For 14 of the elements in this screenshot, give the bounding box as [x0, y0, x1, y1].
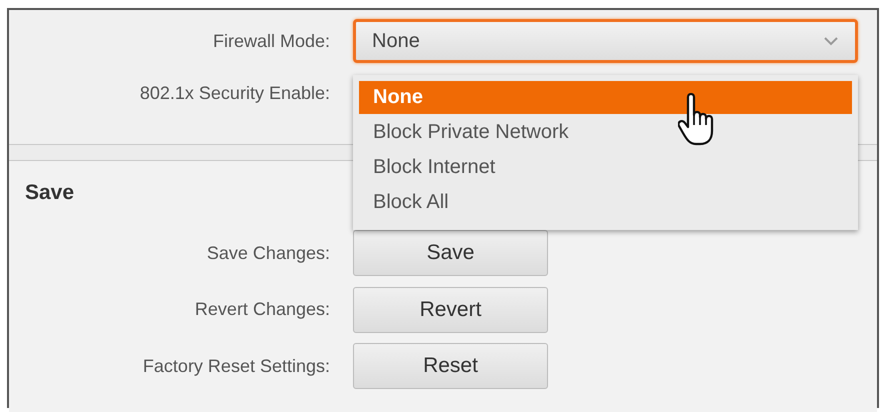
action-button[interactable]: Save: [353, 230, 548, 276]
select-field[interactable]: None: [353, 19, 858, 63]
section-title: Save: [25, 181, 74, 205]
dropdown-option[interactable]: Block All: [359, 185, 852, 220]
chevron-down-icon: [823, 36, 839, 46]
field-label: 802.1x Security Enable:: [138, 82, 330, 104]
action-button[interactable]: Reset: [353, 343, 548, 390]
field-label: Save Changes:: [206, 242, 330, 264]
dropdown-option[interactable]: Block Private Network: [359, 115, 852, 150]
action-button[interactable]: Revert: [353, 286, 548, 333]
field-label: Firewall Mode:: [212, 30, 330, 52]
field-label: Revert Changes:: [194, 299, 330, 320]
field-label: Factory Reset Settings:: [142, 356, 330, 377]
dropdown-option[interactable]: Block Internet: [359, 150, 852, 185]
